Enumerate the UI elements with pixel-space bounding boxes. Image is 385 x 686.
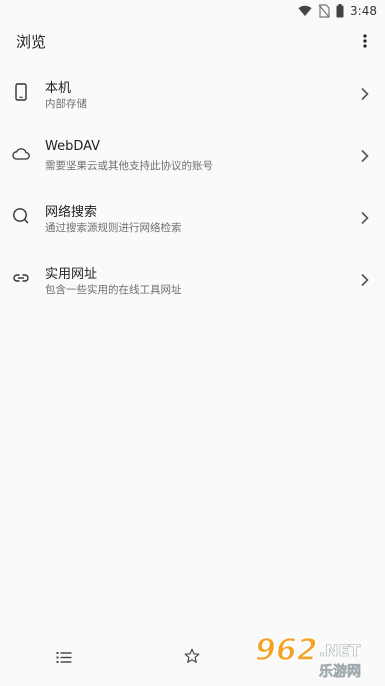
chevron-right-icon: [359, 86, 371, 101]
browse-list: 本机 内部存储 WebDAV 需要坚果云或其他支持此协议的账号 网络搜索 通过搜…: [0, 62, 385, 310]
chevron-right-icon: [359, 148, 371, 163]
item-title: 网络搜索: [45, 205, 98, 220]
no-sim-icon: [318, 4, 330, 18]
svg-text:962: 962: [255, 633, 318, 668]
watermark-logo: 962 .NET 乐游网: [253, 630, 381, 682]
item-subtitle: 需要坚果云或其他支持此协议的账号: [45, 160, 213, 172]
page-title: 浏览: [16, 33, 47, 51]
nav-favorites-button[interactable]: [178, 644, 206, 672]
status-bar: 3:48: [0, 0, 385, 22]
battery-icon: [336, 4, 344, 18]
item-title: 实用网址: [45, 267, 98, 282]
list-item-webdav[interactable]: WebDAV 需要坚果云或其他支持此协议的账号: [0, 124, 385, 186]
status-time: 3:48: [350, 4, 377, 18]
cloud-icon: [12, 145, 30, 163]
item-title: 本机: [45, 81, 72, 96]
status-icons: 3:48: [298, 2, 377, 20]
link-icon: [12, 269, 30, 287]
star-icon: [184, 648, 200, 668]
list-icon: [56, 649, 72, 668]
item-subtitle: 包含一些实用的在线工具网址: [45, 284, 182, 296]
item-subtitle: 内部存储: [45, 98, 87, 110]
more-options-button[interactable]: [351, 28, 379, 56]
item-subtitle: 通过搜索源规则进行网络检索: [45, 222, 182, 234]
item-title: WebDAV: [45, 139, 101, 154]
nav-list-button[interactable]: [50, 644, 78, 672]
chevron-right-icon: [359, 272, 371, 287]
chevron-right-icon: [359, 210, 371, 225]
list-item-web-search[interactable]: 网络搜索 通过搜索源规则进行网络检索: [0, 186, 385, 248]
more-vert-icon: [363, 33, 367, 52]
svg-text:乐游网: 乐游网: [319, 663, 361, 680]
list-item-useful-links[interactable]: 实用网址 包含一些实用的在线工具网址: [0, 248, 385, 310]
wifi-icon: [298, 5, 312, 17]
phone-icon: [12, 83, 30, 101]
list-item-local[interactable]: 本机 内部存储: [0, 62, 385, 124]
app-bar: 浏览: [0, 22, 385, 62]
svg-text:.NET: .NET: [319, 641, 360, 660]
search-icon: [12, 207, 30, 225]
